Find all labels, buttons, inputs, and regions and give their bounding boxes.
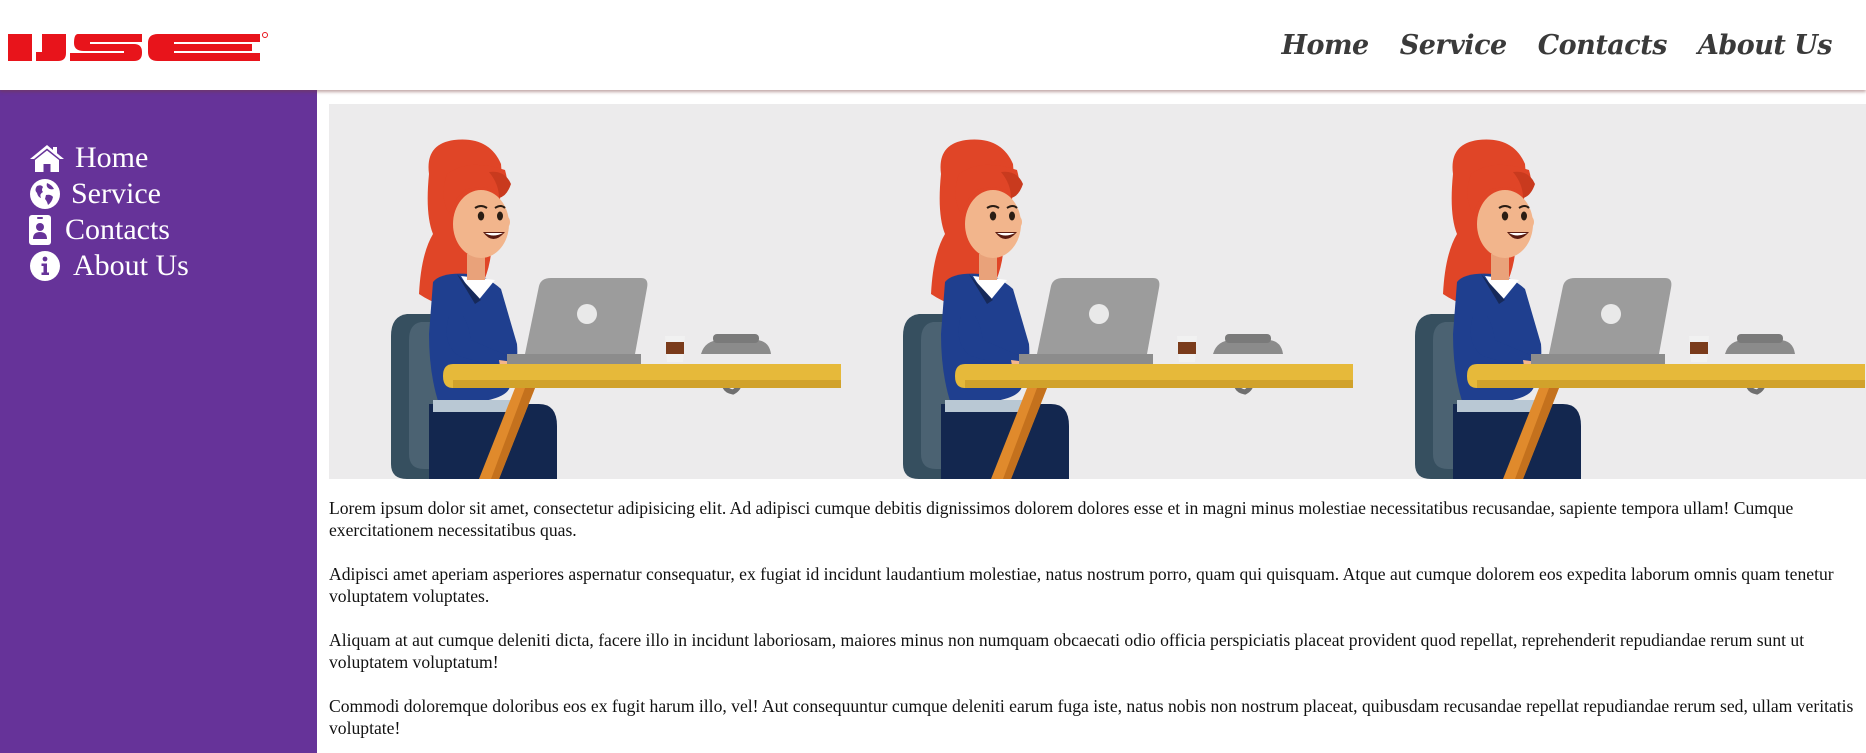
paragraph: Aliquam at aut cumque deleniti dicta, fa… [329, 630, 1805, 672]
info-icon [29, 250, 63, 282]
sidebar-item-about-us[interactable]: About Us [29, 248, 189, 284]
sidebar-item-service[interactable]: Service [29, 176, 189, 212]
top-header: Home Service Contacts About Us [0, 0, 1866, 90]
paragraph: Adipisci amet aperiam asperiores asperna… [329, 564, 1834, 606]
sidebar-item-home[interactable]: Home [29, 140, 189, 176]
woman-laptop-illustration [329, 104, 841, 479]
woman-laptop-illustration [1353, 104, 1865, 479]
paragraph: Lorem ipsum dolor sit amet, consectetur … [329, 498, 1794, 540]
globe-icon [29, 178, 61, 210]
top-navigation: Home Service Contacts About Us [1281, 22, 1832, 68]
sidebar-item-label: Contacts [65, 213, 170, 246]
sidebar-item-label: Home [75, 141, 149, 174]
woman-laptop-illustration [841, 104, 1353, 479]
contact-card-icon [29, 214, 55, 246]
sidebar: Home Service Contacts About Us [0, 90, 317, 753]
content-text: Lorem ipsum dolor sit amet, consectetur … [329, 497, 1866, 739]
top-nav-home-link[interactable]: Home [1281, 30, 1369, 61]
banner-image [329, 104, 1866, 479]
paragraph: Commodi doloremque doloribus eos ex fugi… [329, 696, 1854, 738]
ijse-logo-icon [8, 32, 268, 61]
sidebar-item-label: About Us [73, 249, 189, 282]
sidebar-navigation: Home Service Contacts About Us [29, 140, 189, 284]
main-content: Lorem ipsum dolor sit amet, consectetur … [329, 104, 1866, 753]
home-icon [29, 142, 65, 174]
ijse-logo[interactable] [8, 30, 268, 66]
top-nav-about-us-link[interactable]: About Us [1698, 30, 1833, 61]
sidebar-item-contacts[interactable]: Contacts [29, 212, 189, 248]
top-nav-service-link[interactable]: Service [1400, 30, 1507, 61]
top-nav-contacts-link[interactable]: Contacts [1538, 30, 1668, 61]
sidebar-item-label: Service [71, 177, 161, 210]
